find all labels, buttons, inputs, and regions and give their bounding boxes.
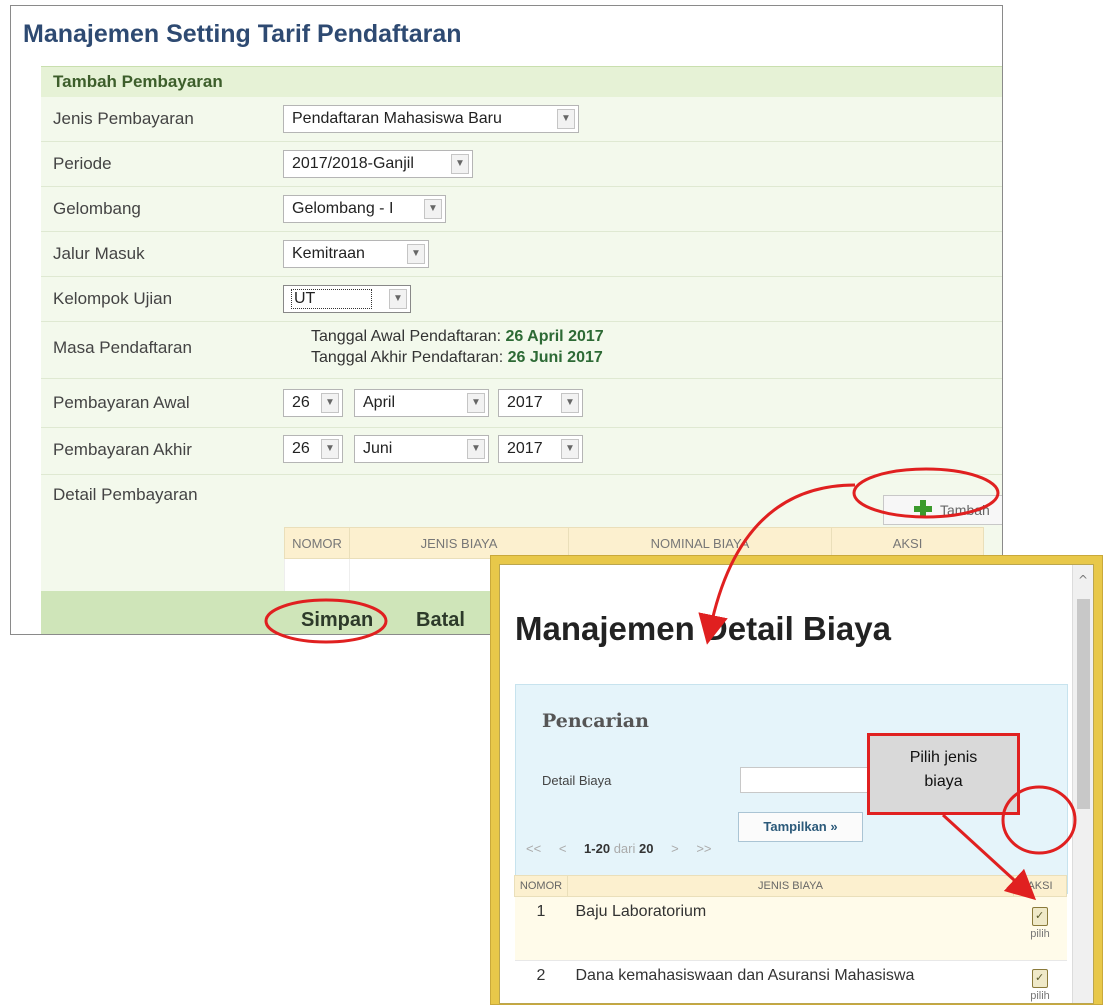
row-jalur-masuk: Jalur Masuk Kemitraan ▼ [41,232,1002,277]
chevron-down-icon: ▼ [321,393,339,413]
gelombang-label: Gelombang [53,199,141,218]
chevron-down-icon: ▼ [561,439,579,459]
chevron-down-icon: ▼ [557,109,575,129]
row-jenis-biaya: Dana kemahasiswaan dan Asuransi Mahasisw… [567,960,1014,1003]
pembayaran-awal-year-select[interactable]: 2017 ▼ [498,389,583,417]
simpan-button[interactable]: Simpan [301,609,373,632]
pembayaran-awal-day-select[interactable]: 26 ▼ [283,389,343,417]
batal-button[interactable]: Batal [416,609,465,632]
chevron-down-icon: ▼ [321,439,339,459]
page-range: 1-20 [584,841,611,856]
jenis-pembayaran-label: Jenis Pembayaran [53,109,194,128]
page-total: 20 [639,841,654,856]
chevron-down-icon: ▼ [467,393,485,413]
plus-icon [914,500,932,518]
pembayaran-awal-month-select[interactable]: April ▼ [354,389,489,417]
chevron-down-icon: ▼ [407,244,425,264]
last-page-link[interactable]: >> [696,841,711,856]
chevron-down-icon: ▼ [451,154,469,174]
row-jenis-pembayaran: Jenis Pembayaran Pendaftaran Mahasiswa B… [41,97,1002,142]
pembayaran-akhir-label: Pembayaran Akhir [53,440,192,459]
row-gelombang: Gelombang Gelombang - I ▼ [41,187,1002,232]
section-header-label: Tambah Pembayaran [53,72,223,91]
column-header: NOMOR [514,875,568,897]
scroll-thumb[interactable] [1077,599,1090,809]
callout-line-2: biaya [924,773,963,790]
jenis-pembayaran-select[interactable]: Pendaftaran Mahasiswa Baru ▼ [283,105,579,133]
page-of-label: dari [613,841,636,856]
pembayaran-akhir-year-select[interactable]: 2017 ▼ [498,435,583,463]
pembayaran-akhir-month-select[interactable]: Juni ▼ [354,435,489,463]
page-title: Manajemen Setting Tarif Pendaftaran [23,20,462,48]
select-checkbox-icon [1031,969,1048,988]
row-pembayaran-awal: Pembayaran Awal 26 ▼ April ▼ 2017 ▼ [41,379,1002,428]
pagination: << < 1-20 dari 20 > >> [526,841,712,856]
row-jenis-biaya: Baju Laboratorium [567,896,1014,961]
detail-pembayaran-label: Detail Pembayaran [53,485,198,504]
row-pembayaran-akhir: Pembayaran Akhir 26 ▼ Juni ▼ 2017 ▼ [41,428,1002,475]
next-page-link[interactable]: > [671,841,679,856]
table-row: 2 Dana kemahasiswaan dan Asuransi Mahasi… [514,960,1067,1003]
tanggal-akhir-value: 26 Juni 2017 [507,349,603,366]
row-kelompok-ujian: Kelompok Ujian UT ▼ [41,277,1002,322]
periode-label: Periode [53,154,112,173]
scroll-up-icon[interactable]: ^ [1073,573,1093,587]
column-header: JENIS BIAYA [567,875,1014,897]
kelompok-ujian-label: Kelompok Ujian [53,289,173,308]
periode-select[interactable]: 2017/2018-Ganjil ▼ [283,150,473,178]
first-page-link[interactable]: << [526,841,541,856]
column-header: AKSI [831,527,984,559]
tambah-button[interactable]: Tambah [883,495,1002,525]
section-header: Tambah Pembayaran [41,66,1002,98]
chevron-down-icon: ▼ [389,289,407,309]
tanggal-awal-value: 26 April 2017 [505,328,604,345]
popup-title: Manajemen Detail Biaya [515,610,891,647]
callout-line-1: Pilih jenis [909,749,978,766]
select-checkbox-icon [1031,907,1048,926]
tampilkan-button[interactable]: Tampilkan » [738,812,863,842]
row-masa-pendaftaran: Masa Pendaftaran Tanggal Awal Pendaftara… [41,322,1002,379]
tarif-form-panel: Manajemen Setting Tarif Pendaftaran Tamb… [10,5,1003,635]
tanggal-akhir-text: Tanggal Akhir Pendaftaran: 26 Juni 2017 [311,349,603,366]
row-number: 1 [514,896,568,961]
chevron-down-icon: ▼ [467,439,485,459]
jalur-masuk-select[interactable]: Kemitraan ▼ [283,240,429,268]
column-header: NOMOR [284,527,350,559]
pilih-button[interactable]: pilih [1030,969,1050,1002]
pembayaran-awal-label: Pembayaran Awal [53,393,190,412]
gelombang-select[interactable]: Gelombang - I ▼ [283,195,446,223]
kelompok-ujian-select[interactable]: UT ▼ [283,285,411,313]
column-header: NOMINAL BIAYA [568,527,832,559]
jalur-masuk-label: Jalur Masuk [53,244,145,263]
column-header: AKSI [1013,875,1067,897]
row-number: 2 [514,960,568,1003]
jenis-biaya-table: NOMOR JENIS BIAYA AKSI 1 Baju Laboratori… [514,875,1067,1003]
table-row: 1 Baju Laboratorium pilih [514,896,1067,961]
chevron-down-icon: ▼ [561,393,579,413]
annotation-callout: Pilih jenis biaya [867,733,1020,815]
pilih-button[interactable]: pilih [1030,907,1050,940]
row-periode: Periode 2017/2018-Ganjil ▼ [41,142,1002,187]
detail-biaya-label: Detail Biaya [542,773,612,788]
search-title: Pencarian [542,710,649,732]
tanggal-awal-text: Tanggal Awal Pendaftaran: 26 April 2017 [311,328,604,345]
pembayaran-akhir-day-select[interactable]: 26 ▼ [283,435,343,463]
prev-page-link[interactable]: < [559,841,567,856]
vertical-scrollbar[interactable]: ^ [1072,565,1093,1003]
column-header: JENIS BIAYA [349,527,569,559]
chevron-down-icon: ▼ [424,199,442,219]
masa-pendaftaran-label: Masa Pendaftaran [53,338,192,357]
